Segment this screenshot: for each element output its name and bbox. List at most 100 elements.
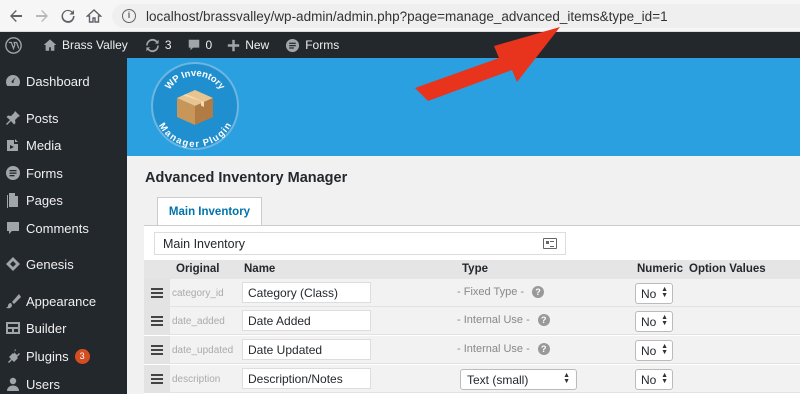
field-name-input[interactable]: Category (Class) (242, 282, 371, 303)
help-icon[interactable]: ? (537, 314, 550, 326)
user-icon (0, 376, 26, 392)
field-type-label: - Internal Use - (457, 343, 530, 355)
info-icon[interactable]: i (122, 9, 136, 23)
reload-button[interactable] (54, 2, 82, 30)
help-icon[interactable]: ? (537, 343, 550, 355)
table-row: date_added Date Added - Internal Use - ?… (144, 307, 800, 335)
drag-handle-icon[interactable] (144, 365, 170, 393)
wp-logo-button[interactable] (0, 32, 29, 58)
table-row: category_id Category (Class) - Fixed Typ… (144, 279, 800, 307)
numeric-select[interactable]: No ▲ ▼ (635, 311, 673, 332)
field-name-input[interactable]: Date Updated (242, 339, 371, 360)
sidebar-item-label: Plugins (26, 348, 69, 364)
sidebar-item-dashboard[interactable]: Dashboard (0, 68, 127, 94)
numeric-value: No (641, 343, 657, 358)
sidebar-item-label: Appearance (26, 293, 97, 309)
comments-link[interactable]: 0 (179, 32, 220, 58)
comment-bubble-icon (188, 39, 199, 51)
column-header: Numeric (637, 263, 684, 275)
sidebar-item-label: Users (26, 376, 60, 392)
original-field: category_id (172, 288, 224, 299)
tab-main-inventory[interactable]: Main Inventory (157, 197, 262, 226)
sidebar-item-appearance[interactable]: Appearance (0, 288, 127, 314)
field-type: - Internal Use - ? (457, 314, 550, 326)
field-type: - Fixed Type - ? (457, 286, 545, 298)
box-icon (177, 90, 213, 125)
select-arrows-icon: ▲ ▼ (661, 343, 668, 356)
plugins-update-badge: 3 (74, 348, 90, 364)
drag-handle-icon[interactable] (144, 336, 170, 364)
drag-handle-icon[interactable] (144, 279, 170, 307)
original-field: date_added (172, 316, 225, 327)
comment-icon (0, 220, 26, 236)
plugin-icon (0, 348, 26, 364)
inventory-panel: Main Inventory Original Name Type Numeri… (144, 225, 800, 394)
back-button[interactable] (2, 2, 30, 30)
forms-link[interactable]: Forms (276, 32, 346, 58)
home-icon (43, 39, 57, 51)
wp-admin-bar: Brass Valley 3 0 New Forms (0, 32, 800, 58)
field-type: - Internal Use - ? (457, 343, 550, 355)
table-row: date_updated Date Updated - Internal Use… (144, 336, 800, 364)
sidebar-item-label: Dashboard (26, 73, 90, 89)
sidebar-item-pages[interactable]: Pages (0, 187, 127, 213)
sidebar-item-label: Posts (26, 110, 59, 126)
inventory-name-input[interactable]: Main Inventory (154, 232, 566, 255)
forward-button[interactable] (28, 2, 56, 30)
new-label: New (245, 38, 270, 52)
type-select[interactable]: Text (small) ▲ ▼ (460, 369, 577, 390)
forms-icon (0, 165, 26, 181)
column-header: Name (244, 263, 276, 275)
table-row: description Description/Notes Text (smal… (144, 365, 800, 393)
sidebar-item-label: Media (26, 137, 62, 153)
select-arrows-icon: ▲ ▼ (661, 314, 668, 327)
sidebar-item-label: Pages (26, 192, 63, 208)
sidebar-item-posts[interactable]: Posts (0, 105, 127, 131)
inventory-name-value: Main Inventory (163, 236, 245, 251)
help-icon[interactable]: ? (532, 286, 545, 298)
comments-count: 0 (205, 38, 213, 52)
address-bar[interactable]: i localhost/brassvalley/wp-admin/admin.p… (112, 4, 800, 28)
updates-icon (146, 38, 159, 52)
brush-icon (0, 293, 26, 309)
select-arrows-icon: ▲ ▼ (563, 372, 570, 385)
sidebar-item-genesis[interactable]: Genesis (0, 251, 127, 277)
sidebar-item-label: Forms (26, 165, 63, 181)
updates-count: 3 (164, 38, 172, 52)
site-name-link[interactable]: Brass Valley (29, 32, 135, 58)
pin-icon (0, 110, 26, 126)
sidebar-item-users[interactable]: Users (0, 371, 127, 394)
site-name: Brass Valley (62, 38, 128, 52)
numeric-select[interactable]: No ▲ ▼ (635, 340, 673, 361)
sidebar-item-media[interactable]: Media (0, 132, 127, 158)
numeric-value: No (641, 314, 657, 329)
plugin-banner: WP Inventory Manager Plugin (127, 58, 800, 156)
forms-icon (286, 38, 300, 52)
home-icon (86, 9, 102, 23)
sidebar-item-plugins[interactable]: Plugins 3 (0, 343, 127, 369)
home-button[interactable] (80, 2, 108, 30)
field-name-input[interactable]: Date Added (242, 310, 371, 331)
url-text: localhost/brassvalley/wp-admin/admin.php… (146, 8, 668, 24)
sidebar-item-label: Genesis (26, 256, 74, 272)
sidebar-item-label: Builder (26, 320, 67, 336)
original-field: description (172, 374, 221, 385)
numeric-value: No (641, 372, 657, 387)
table-header: Original Name Type Numeric Option Values (144, 260, 800, 279)
numeric-select[interactable]: No ▲ ▼ (635, 283, 673, 304)
select-arrows-icon: ▲ ▼ (661, 372, 668, 385)
sidebar-item-comments[interactable]: Comments (0, 215, 127, 241)
drag-handle-icon[interactable] (144, 307, 170, 335)
field-name-input[interactable]: Description/Notes (242, 368, 371, 389)
new-content-link[interactable]: New (219, 32, 276, 58)
original-field: date_updated (172, 345, 234, 356)
forward-arrow-icon (36, 10, 48, 22)
numeric-select[interactable]: No ▲ ▼ (635, 369, 673, 390)
column-header: Original (176, 263, 220, 275)
updates-link[interactable]: 3 (135, 32, 179, 58)
sidebar-item-forms[interactable]: Forms (0, 160, 127, 186)
main-content: Advanced Inventory Manager Main Inventor… (127, 156, 800, 394)
sidebar-item-builder[interactable]: Builder (0, 315, 127, 341)
admin-sidebar: Dashboard Posts Media Forms Pages Commen… (0, 58, 127, 394)
numeric-value: No (641, 286, 657, 301)
